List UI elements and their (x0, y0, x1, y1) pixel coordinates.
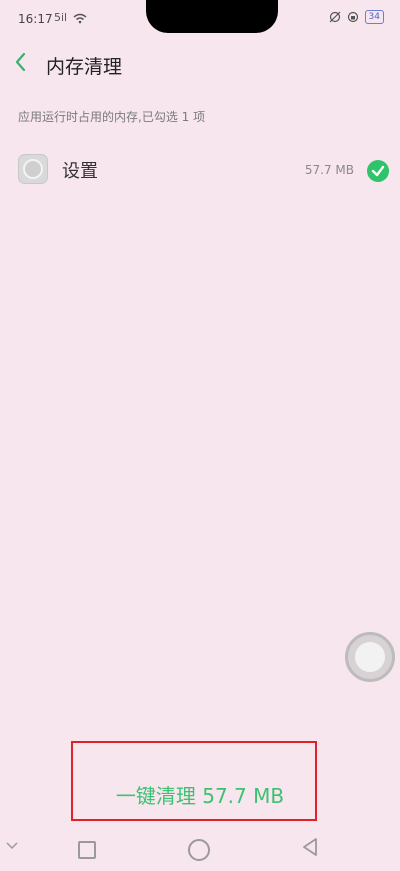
battery-icon: 34 (364, 10, 384, 24)
app-memory-size: 57.7 MB (304, 163, 354, 177)
page-title: 内存清理 (46, 56, 123, 78)
camera-notch (146, 0, 278, 33)
home-icon[interactable] (188, 839, 210, 861)
settings-app-icon (18, 154, 48, 184)
header: 内存清理 (0, 44, 400, 86)
wifi-icon (73, 13, 87, 23)
app-list-item[interactable]: 设置 57.7 MB (0, 145, 400, 197)
checked-icon[interactable] (367, 160, 389, 182)
status-bar: 16:17 5il 34 (0, 0, 400, 44)
mute-icon (329, 11, 340, 23)
one-click-clean-button[interactable]: 一键清理 57.7 MB (0, 780, 400, 809)
memory-summary-text: 应用运行时占用的内存,已勾选 1 项 (18, 110, 206, 124)
recent-apps-icon[interactable] (78, 841, 96, 859)
chevron-down-icon[interactable] (6, 838, 18, 854)
app-name: 设置 (62, 161, 98, 182)
floating-assistive-ball[interactable] (345, 632, 395, 682)
status-right: 34 (329, 10, 384, 24)
navigation-bar (0, 826, 400, 871)
lock-rotation-icon (347, 11, 358, 23)
status-time: 16:17 (18, 12, 53, 26)
signal-icon: 5il (54, 11, 87, 24)
back-triangle-icon[interactable] (302, 838, 318, 860)
chevron-left-icon[interactable] (14, 52, 26, 77)
bottom-action-area: 一键清理 57.7 MB (0, 770, 400, 825)
